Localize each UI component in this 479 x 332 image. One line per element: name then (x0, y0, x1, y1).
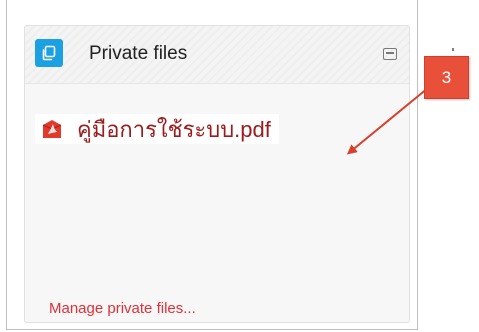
file-name: คู่มือการใช้ระบบ.pdf (77, 116, 271, 142)
speck-mark (452, 48, 454, 51)
private-files-block: Private files คู่มือการใช้ระบบ.pdf Manag… (24, 25, 410, 323)
annotation-badge: 3 (424, 56, 469, 99)
pdf-icon (41, 117, 63, 141)
file-item[interactable]: คู่มือการใช้ระบบ.pdf (35, 114, 279, 144)
files-icon (35, 39, 63, 67)
manage-private-files-link[interactable]: Manage private files... (49, 300, 196, 317)
block-header: Private files (25, 26, 409, 84)
block-title: Private files (89, 43, 188, 64)
collapse-icon[interactable] (383, 48, 397, 60)
block-content: คู่มือการใช้ระบบ.pdf Manage private file… (25, 84, 409, 322)
